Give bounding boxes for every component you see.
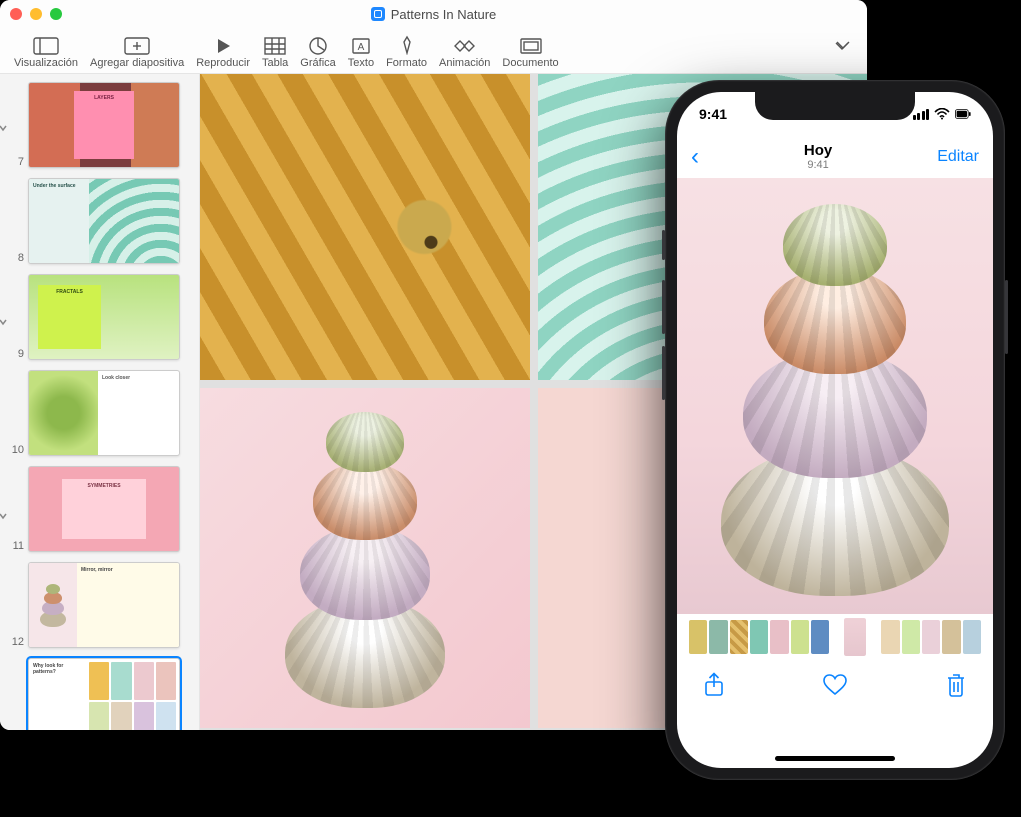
slide-number: 12 [6,636,24,648]
chart-button[interactable]: Gráfica [294,37,341,69]
slide-number: 10 [6,444,24,456]
add-slide-label: Agregar diapositiva [90,57,184,69]
iphone-device: 9:41 ‹ Hoy 9:41 Editar [665,80,1005,780]
filmstrip-thumb[interactable] [791,620,809,654]
disclosure-icon[interactable] [0,120,8,130]
filmstrip-thumb[interactable] [770,620,788,654]
canvas-image-urchins[interactable] [200,388,530,728]
nav-subtitle: 9:41 [804,159,832,171]
share-button[interactable] [703,672,725,703]
svg-text:A: A [358,42,365,53]
play-label: Reproducir [196,57,250,69]
slide-thumbnail[interactable]: Mirror, mirror [28,562,180,648]
canvas-image-honeycomb[interactable] [200,74,530,380]
slide-thumbnail[interactable]: LAYERS [28,82,180,168]
animation-button[interactable]: Animación [433,37,496,69]
document-label: Documento [502,57,558,69]
table-button[interactable]: Tabla [256,37,294,69]
animation-label: Animación [439,57,490,69]
wifi-icon [934,108,950,120]
titlebar: Patterns In Nature [0,0,867,28]
filmstrip-thumb[interactable] [942,620,960,654]
filmstrip-thumb[interactable] [922,620,940,654]
edit-button[interactable]: Editar [937,148,979,166]
format-button[interactable]: Formato [380,35,433,69]
phone-screen: 9:41 ‹ Hoy 9:41 Editar [677,92,993,768]
phone-side-button[interactable] [1005,280,1008,354]
filmstrip-thumb[interactable] [811,620,829,654]
document-title-text: Patterns In Nature [391,7,497,22]
slide-number: 11 [6,540,24,552]
add-slide-button[interactable]: Agregar diapositiva [84,37,190,69]
photo-viewer[interactable] [677,178,993,614]
filmstrip-thumb[interactable] [689,620,707,654]
nav-title: Hoy [804,143,832,160]
window-controls [10,8,62,20]
slide-number: 7 [6,156,24,168]
nav-title-group: Hoy 9:41 [804,143,832,172]
slide-13[interactable]: 13 Why look for patterns? [6,658,193,730]
toolbar: Visualización Agregar diapositiva Reprod… [0,28,867,74]
text-label: Texto [348,57,374,69]
slide-number: 8 [6,252,24,264]
filmstrip-thumb[interactable] [709,620,727,654]
cellular-signal-icon [913,109,930,120]
slide-thumbnail[interactable]: Why look for patterns? [28,658,180,730]
play-button[interactable]: Reproducir [190,37,256,69]
filmstrip-thumb[interactable] [881,620,899,654]
document-button[interactable]: Documento [496,37,564,69]
slide-12[interactable]: 12 Mirror, mirror [6,562,193,648]
toolbar-overflow-button[interactable] [825,37,859,69]
photos-nav-bar: ‹ Hoy 9:41 Editar [677,136,993,178]
filmstrip-thumb[interactable] [730,620,748,654]
view-label: Visualización [14,57,78,69]
slide-thumbnail[interactable]: SYMMETRIES [28,466,180,552]
delete-button[interactable] [945,672,967,703]
photos-toolbar [677,660,993,714]
status-time: 9:41 [699,106,727,122]
slide-7[interactable]: 7 LAYERS [6,82,193,168]
slide-thumbnail[interactable]: Look closer [28,370,180,456]
close-window-button[interactable] [10,8,22,20]
chart-label: Gráfica [300,57,335,69]
battery-icon [955,108,971,120]
back-button[interactable]: ‹ [691,143,699,171]
fullscreen-window-button[interactable] [50,8,62,20]
slide-number: 9 [6,348,24,360]
phone-notch [755,92,915,120]
home-indicator[interactable] [775,756,895,761]
keynote-app-icon [371,7,385,21]
filmstrip-gap [868,620,879,654]
filmstrip-thumb[interactable] [963,620,981,654]
filmstrip-thumb-current[interactable] [844,618,866,656]
slide-navigator[interactable]: 7 LAYERS 8 Under the surface 9 FRACTALS … [0,74,200,730]
favorite-button[interactable] [822,673,848,702]
photo-content [715,196,955,596]
phone-mute-switch[interactable] [662,230,665,260]
photo-filmstrip[interactable] [677,614,993,660]
disclosure-icon[interactable] [0,508,8,518]
slide-10[interactable]: 10 Look closer [6,370,193,456]
view-button[interactable]: Visualización [8,37,84,69]
phone-volume-up[interactable] [662,280,665,334]
filmstrip-gap [831,620,842,654]
phone-volume-down[interactable] [662,346,665,400]
document-title: Patterns In Nature [371,7,497,22]
format-label: Formato [386,57,427,69]
filmstrip-thumb[interactable] [750,620,768,654]
slide-thumbnail[interactable]: FRACTALS [28,274,180,360]
slide-9[interactable]: 9 FRACTALS [6,274,193,360]
slide-8[interactable]: 8 Under the surface [6,178,193,264]
urchin-stack-graphic [265,408,465,708]
disclosure-icon[interactable] [0,314,8,324]
filmstrip-thumb[interactable] [902,620,920,654]
slide-11[interactable]: 11 SYMMETRIES [6,466,193,552]
minimize-window-button[interactable] [30,8,42,20]
slide-thumbnail[interactable]: Under the surface [28,178,180,264]
text-button[interactable]: A Texto [342,37,380,69]
table-label: Tabla [262,57,288,69]
